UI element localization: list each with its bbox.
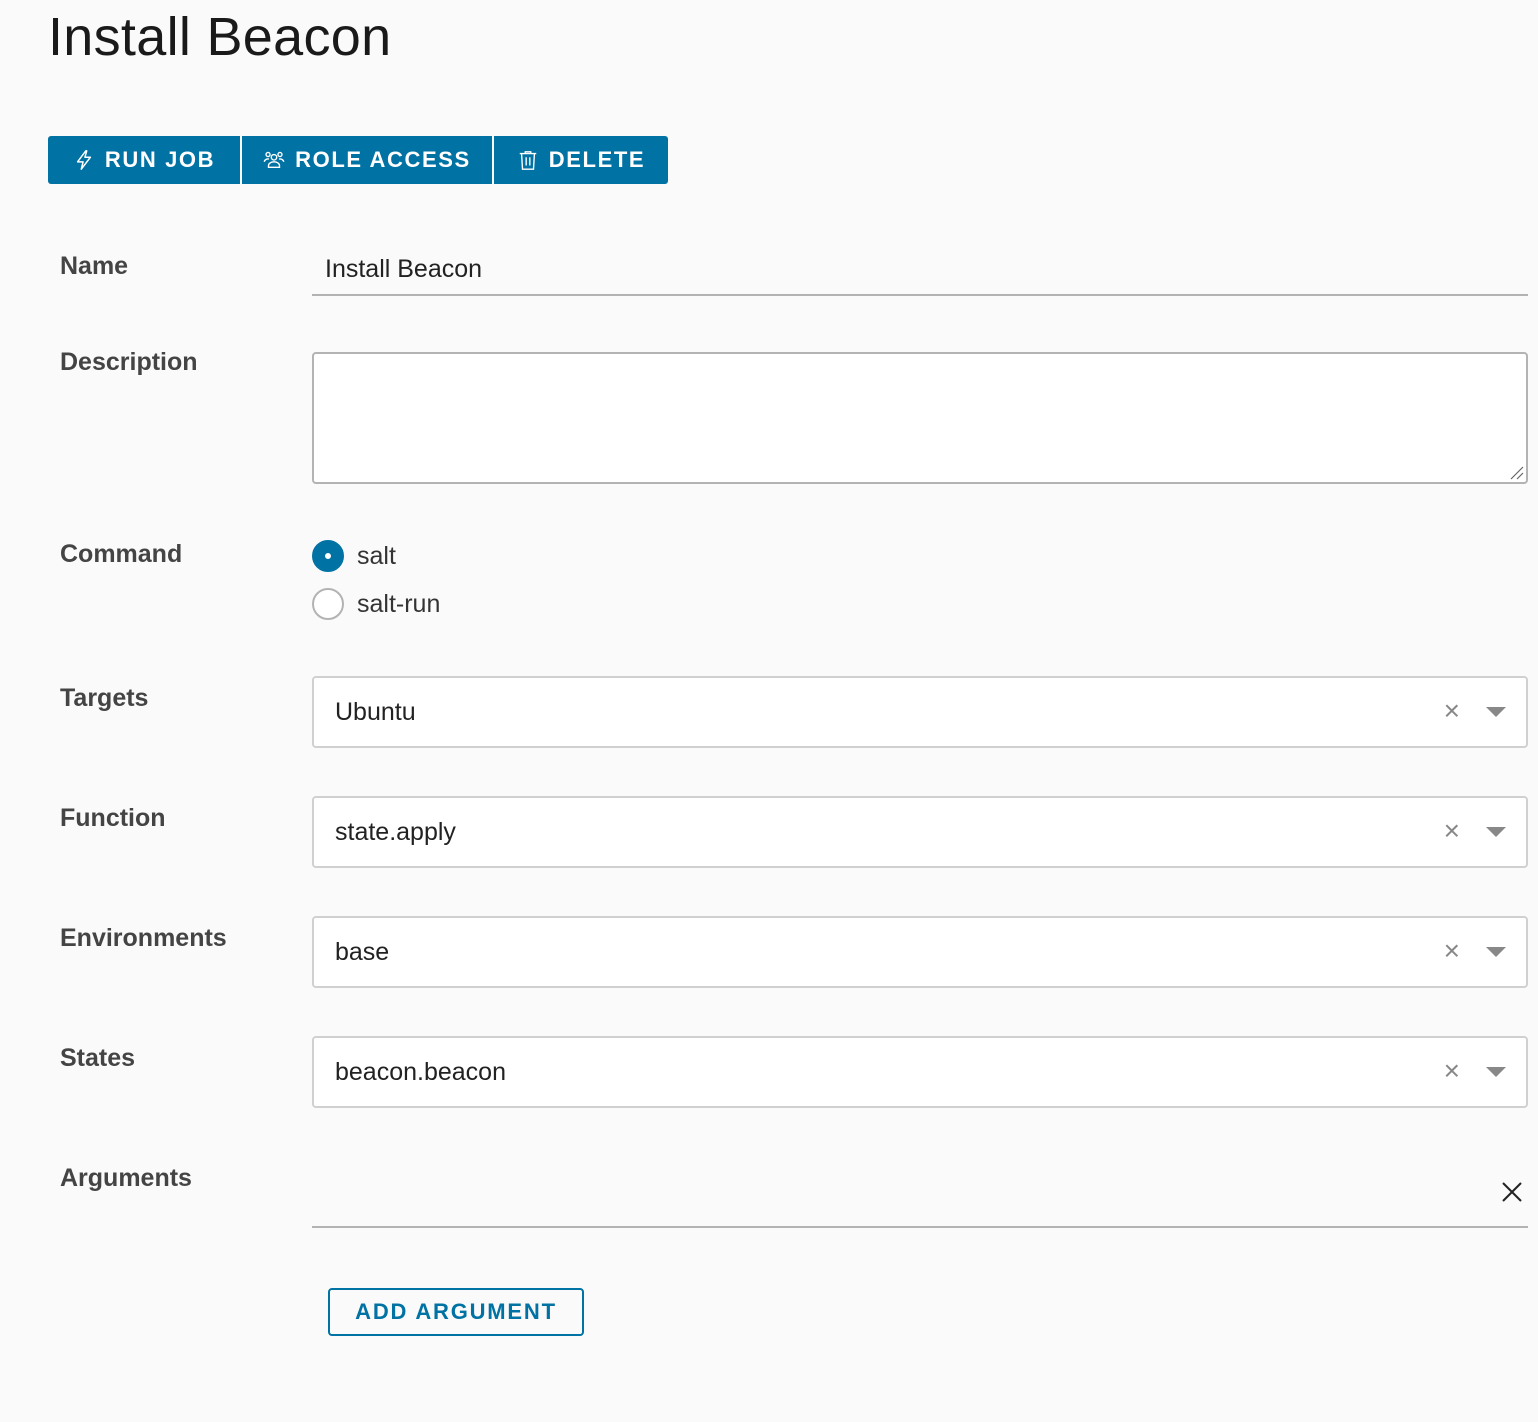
function-value: state.apply bbox=[335, 817, 456, 846]
delete-label: DELETE bbox=[548, 147, 646, 172]
run-job-label: RUN JOB bbox=[104, 147, 216, 172]
name-value: Install Beacon bbox=[325, 254, 483, 283]
states-value: beacon.beacon bbox=[335, 1057, 506, 1086]
delete-button[interactable]: DELETE bbox=[492, 136, 668, 184]
resize-grip-icon[interactable] bbox=[1508, 464, 1524, 480]
clear-icon[interactable]: × bbox=[1444, 816, 1460, 846]
radio-label-salt-run: salt-run bbox=[357, 589, 441, 618]
name-label: Name bbox=[60, 252, 129, 280]
page: Install Beacon RUN JOB ROLE ACCESS DELET… bbox=[0, 0, 1538, 1422]
environments-label: Environments bbox=[60, 924, 227, 952]
arguments-input-underline[interactable] bbox=[312, 1226, 1528, 1228]
radio-option-salt-run[interactable]: salt-run bbox=[312, 588, 440, 620]
arguments-label: Arguments bbox=[60, 1164, 192, 1192]
targets-label: Targets bbox=[60, 684, 149, 712]
name-input[interactable]: Install Beacon bbox=[312, 244, 1528, 296]
description-label: Description bbox=[60, 348, 198, 376]
radio-checked-icon[interactable] bbox=[312, 540, 344, 572]
clear-icon[interactable]: × bbox=[1444, 936, 1460, 966]
description-textarea[interactable] bbox=[312, 352, 1528, 484]
caret-down-icon[interactable] bbox=[1486, 1067, 1506, 1077]
role-access-button[interactable]: ROLE ACCESS bbox=[240, 136, 492, 184]
states-label: States bbox=[60, 1044, 136, 1072]
caret-down-icon[interactable] bbox=[1486, 707, 1506, 717]
caret-down-icon[interactable] bbox=[1486, 827, 1506, 837]
run-job-button[interactable]: RUN JOB bbox=[48, 136, 240, 184]
targets-select[interactable]: Ubuntu × bbox=[312, 676, 1528, 748]
function-select[interactable]: state.apply × bbox=[312, 796, 1528, 868]
caret-down-icon[interactable] bbox=[1486, 947, 1506, 957]
command-label: Command bbox=[60, 540, 183, 568]
radio-label-salt: salt bbox=[357, 541, 396, 570]
function-label: Function bbox=[60, 804, 166, 832]
close-icon[interactable] bbox=[1500, 1180, 1524, 1204]
clear-icon[interactable]: × bbox=[1444, 696, 1460, 726]
lightning-icon bbox=[76, 150, 92, 170]
targets-value: Ubuntu bbox=[335, 697, 416, 726]
users-icon bbox=[263, 151, 285, 169]
role-access-label: ROLE ACCESS bbox=[295, 147, 471, 172]
action-toolbar: RUN JOB ROLE ACCESS DELETE bbox=[48, 136, 668, 184]
radio-option-salt[interactable]: salt bbox=[312, 540, 396, 572]
clear-icon[interactable]: × bbox=[1444, 1056, 1460, 1086]
add-argument-button[interactable]: ADD ARGUMENT bbox=[328, 1288, 584, 1336]
states-select[interactable]: beacon.beacon × bbox=[312, 1036, 1528, 1108]
radio-unchecked-icon[interactable] bbox=[312, 588, 344, 620]
environments-value: base bbox=[335, 937, 390, 966]
page-title: Install Beacon bbox=[48, 7, 392, 67]
environments-select[interactable]: base × bbox=[312, 916, 1528, 988]
trash-icon bbox=[519, 151, 537, 170]
